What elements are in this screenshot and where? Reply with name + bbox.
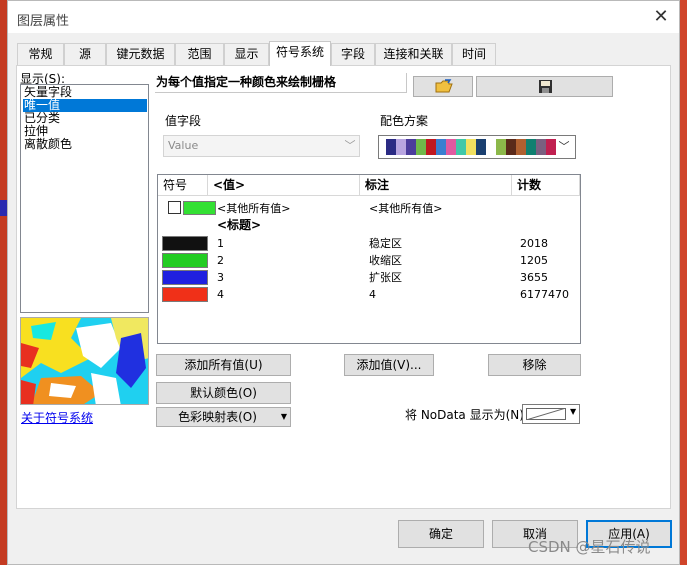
row-count: 1205 (520, 254, 548, 267)
ramp-color-swatch (456, 139, 466, 155)
tab-source[interactable]: 源 (64, 43, 106, 65)
row-value: 3 (217, 271, 224, 284)
tab-display[interactable]: 显示 (224, 43, 269, 65)
ramp-color-swatch (516, 139, 526, 155)
row-label: 稳定区 (369, 237, 402, 250)
ramp-color-swatch (386, 139, 396, 155)
ok-button[interactable]: 确定 (398, 520, 484, 548)
ramp-color-swatch (506, 139, 516, 155)
background-map-blot (0, 200, 7, 216)
colormap-label: 色彩映射表(O) (178, 410, 257, 424)
header-value[interactable]: <值> (208, 175, 360, 196)
heading-row: <标题> (217, 218, 262, 232)
show-list[interactable]: 矢量字段 唯一值 已分类 拉伸 离散颜色 (20, 84, 149, 313)
tab-time[interactable]: 时间 (452, 43, 496, 65)
table-row[interactable]: 2 收缩区 1205 (158, 252, 580, 269)
other-values-swatch[interactable] (183, 201, 216, 215)
ramp-color-swatch (486, 139, 496, 155)
nodata-label: 将 NoData 显示为(N) (405, 408, 524, 422)
open-folder-icon (435, 79, 453, 93)
color-swatch[interactable] (162, 253, 208, 268)
header-symbol[interactable]: 符号 (158, 175, 208, 196)
chevron-down-icon: ﹀ (344, 139, 356, 152)
ramp-color-swatch (496, 139, 506, 155)
row-value: 1 (217, 237, 224, 250)
row-count: 2018 (520, 237, 548, 250)
table-row[interactable]: 1 稳定区 2018 (158, 235, 580, 252)
tab-extent[interactable]: 范围 (175, 43, 224, 65)
table-row[interactable]: 3 扩张区 3655 (158, 269, 580, 286)
add-value-button[interactable]: 添加值(V)... (344, 354, 434, 376)
table-row[interactable]: 4 4 6177470 (158, 286, 580, 303)
header-label[interactable]: 标注 (360, 175, 512, 196)
ramp-color-swatch (416, 139, 426, 155)
about-symbology-link[interactable]: 关于符号系统 (21, 409, 93, 426)
other-values-label: <其他所有值> (369, 202, 443, 215)
row-value: 4 (217, 288, 224, 301)
ramp-color-swatch (466, 139, 476, 155)
value-field-select[interactable]: Value (163, 135, 360, 157)
window-title: 图层属性 (17, 14, 70, 29)
close-button[interactable]: ✕ (648, 5, 674, 29)
ramp-color-swatch (426, 139, 436, 155)
tab-general[interactable]: 常规 (17, 43, 64, 65)
row-label: 收缩区 (369, 254, 402, 267)
nodata-symbol-icon (526, 408, 566, 420)
watermark: CSDN @星石传说 (528, 538, 651, 556)
row-label: 4 (369, 288, 376, 301)
color-swatch[interactable] (162, 287, 208, 302)
tab-joins-relates[interactable]: 连接和关联 (375, 43, 452, 65)
ramp-color-swatch (446, 139, 456, 155)
row-count: 6177470 (520, 288, 569, 301)
other-values-checkbox[interactable] (168, 201, 181, 214)
ramp-color-swatch (436, 139, 446, 155)
row-value: 2 (217, 254, 224, 267)
tab-fields[interactable]: 字段 (331, 43, 375, 65)
ramp-color-swatch (476, 139, 486, 155)
row-label: 扩张区 (369, 271, 402, 284)
value-field-label: 值字段 (165, 114, 202, 128)
row-count: 3655 (520, 271, 548, 284)
ramp-color-swatch (546, 139, 556, 155)
nodata-color-select[interactable]: ▼ (522, 404, 580, 424)
open-layer-file-button[interactable] (413, 76, 473, 97)
colormap-button[interactable]: 色彩映射表(O) ▼ (156, 407, 291, 427)
symbology-heading: 为每个值指定一种颜色来绘制栅格 (155, 73, 407, 93)
tab-symbology[interactable]: 符号系统 (269, 41, 331, 66)
ramp-color-swatch (526, 139, 536, 155)
color-ramp-select[interactable] (378, 135, 576, 159)
chevron-down-icon: ﹀ (558, 140, 570, 153)
save-disk-icon (539, 80, 552, 93)
background-map-strip-right (680, 0, 687, 565)
add-all-values-button[interactable]: 添加所有值(U) (156, 354, 291, 376)
color-ramp-label: 配色方案 (380, 114, 429, 128)
default-colors-button[interactable]: 默认颜色(O) (156, 382, 291, 404)
unique-values-table[interactable]: 符号 <值> 标注 计数 <其他所有值> <其他所有值> <标题> 1 稳定区 … (157, 174, 581, 344)
dropdown-arrow-icon: ▼ (570, 407, 577, 416)
tab-key-metadata[interactable]: 键元数据 (106, 43, 175, 65)
header-count[interactable]: 计数 (512, 175, 580, 196)
ramp-color-swatch (396, 139, 406, 155)
show-item-discrete-color[interactable]: 离散颜色 (23, 138, 147, 151)
ramp-color-swatch (536, 139, 546, 155)
ramp-color-swatch (406, 139, 416, 155)
symbology-preview-image (20, 317, 149, 405)
dropdown-arrow-icon: ▼ (280, 412, 287, 421)
color-swatch[interactable] (162, 236, 208, 251)
background-map-strip (0, 0, 7, 565)
title-bar: 图层属性 ✕ (8, 1, 679, 33)
color-swatch[interactable] (162, 270, 208, 285)
other-values-value: <其他所有值> (217, 202, 291, 215)
remove-button[interactable]: 移除 (488, 354, 581, 376)
save-layer-file-button[interactable] (476, 76, 613, 97)
layer-properties-dialog: 图层属性 ✕ 常规 源 键元数据 范围 显示 符号系统 字段 连接和关联 时间 … (7, 0, 680, 565)
